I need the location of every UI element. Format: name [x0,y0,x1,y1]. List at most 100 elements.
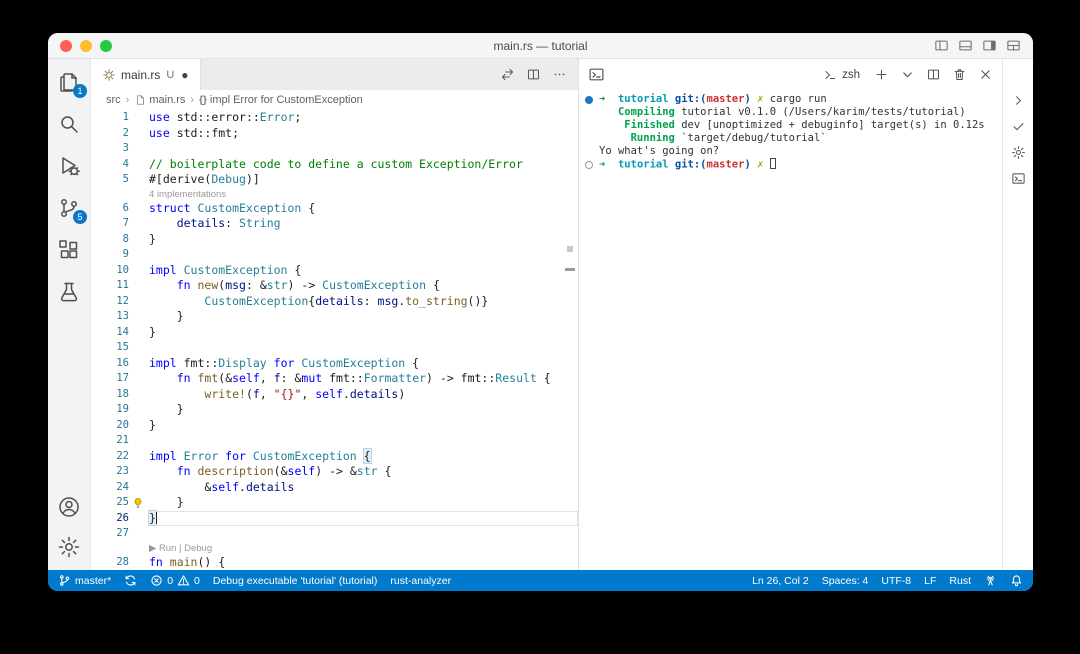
tab-main-rs[interactable]: main.rs U ● [91,59,201,90]
minimize-button[interactable] [80,39,92,52]
code-lens[interactable]: 4 implementations [91,188,578,201]
command-decoration[interactable] [585,160,593,169]
status-indentation[interactable]: Spaces: 4 [822,575,869,587]
code-line-14[interactable]: 14} [91,325,578,341]
breadcrumb-item[interactable]: {} impl Error for CustomException [199,94,363,106]
code-line-15[interactable]: 15 [91,340,578,356]
status-eol[interactable]: LF [924,575,936,587]
line-number: 28 [116,555,129,568]
activity-bar-top: 15 [56,59,87,305]
terminal-line: Running `target/debug/tutorial` [630,132,827,144]
breadcrumb: src › main.rs › {} impl Error for CustomExcep… [91,90,578,110]
code-line-4[interactable]: 4// boilerplate code to define a custom … [91,157,578,173]
terminal-line: ➜ tutorial git:(master) ✗ [579,158,1002,171]
kill-terminal-icon[interactable] [952,67,967,82]
breadcrumb-item[interactable]: main.rs [134,94,185,106]
breadcrumb-separator: › [190,94,195,106]
status-cursor-position[interactable]: Ln 26, Col 2 [752,575,809,587]
activity-explorer[interactable]: 1 [56,69,87,98]
status-notifications[interactable] [1010,574,1023,587]
activity-source-control[interactable]: 5 [56,195,87,224]
code-line-16[interactable]: 16 impl fmt::Display for CustomException … [91,356,578,372]
line-number: 13 [116,310,129,322]
activity-testing[interactable] [56,279,82,305]
activity-settings[interactable] [56,534,82,560]
terminal-output[interactable]: ➜ tutorial git:(master) ✗ cargo run Comp… [579,90,1002,570]
new-terminal-icon[interactable] [874,67,889,82]
line-number: 19 [116,403,129,415]
rust-file-icon [102,68,116,82]
code-line-22[interactable]: 22 impl Error for CustomException { [91,448,578,465]
status-language-mode[interactable]: Rust [949,575,971,587]
status-rust-analyzer[interactable]: rust-analyzer [390,575,451,587]
breadcrumb-separator: › [125,94,130,106]
code-line-8[interactable]: 8} [91,232,578,248]
dirty-indicator[interactable]: ● [181,68,188,82]
code-line-13[interactable]: 13 } [91,309,578,325]
chevron-down-icon[interactable] [900,67,915,82]
tab-label: main.rs [121,67,161,82]
terminal-panel-icon[interactable] [588,66,605,83]
check-icon[interactable] [1011,119,1026,134]
code-line-26[interactable]: 26} [91,510,578,527]
code-line-3[interactable]: 3 [91,141,578,157]
code-area[interactable]: 1 use std::error::Error; 2 use std::fmt; 3 4/… [91,110,578,570]
code-line-11[interactable]: 11 fn new(msg: &str) -> CustomException … [91,278,578,294]
code-line-10[interactable]: 10 impl CustomException { [91,263,578,279]
code-line-5[interactable]: 5 #[derive(Debug)] [91,172,578,188]
status-remote-indicator[interactable] [984,574,997,587]
code-line-25[interactable]: 25 } [91,495,578,511]
code-line-6[interactable]: 6 struct CustomException { [91,201,578,217]
error-icon [150,574,163,587]
line-number: 4 [122,157,129,170]
code-line-27[interactable]: 27 [91,526,578,542]
status-problems[interactable]: 00 [150,574,200,587]
code-line-18[interactable]: 18 write!(f, "{}", self.details) [91,387,578,403]
status-encoding[interactable]: UTF-8 [881,575,911,587]
code-line-20[interactable]: 20} [91,418,578,434]
code-line-24[interactable]: 24 &self.details [91,480,578,496]
more-actions-icon[interactable] [552,67,567,82]
code-line-23[interactable]: 23 fn description(&self) -> &str { [91,464,578,480]
breadcrumb-item[interactable]: src [106,94,121,106]
activity-search[interactable] [56,111,82,137]
code-line-2[interactable]: 2 use std::fmt; [91,126,578,142]
code-lens[interactable]: ▶ Run | Debug [91,542,578,555]
chevron-right-icon[interactable] [1011,93,1026,108]
line-number: 7 [122,217,129,229]
close-button[interactable] [60,39,72,52]
layout-customize-icon[interactable] [1006,38,1021,53]
gear-icon[interactable] [1011,145,1026,160]
terminal-box-icon[interactable] [1011,171,1026,186]
code-line-21[interactable]: 21 [91,433,578,449]
line-number: 21 [116,434,129,446]
command-decoration[interactable] [585,95,593,104]
symbol-object-icon: {} [199,94,207,106]
split-terminal-icon[interactable] [926,67,941,82]
lightbulb-icon[interactable] [132,497,144,509]
activity-accounts[interactable] [56,494,82,520]
layout-panel-icon[interactable] [958,38,973,53]
status-git-branch[interactable]: master* [58,574,111,587]
search-icon [57,112,81,136]
code-line-7[interactable]: 7 details: String [91,216,578,232]
activity-extensions[interactable] [56,237,82,263]
zoom-button[interactable] [100,39,112,52]
code-line-9[interactable]: 9 [91,247,578,263]
status-debug-target[interactable]: Debug executable 'tutorial' (tutorial) [213,575,378,587]
layout-sidebar-right-icon[interactable] [982,38,997,53]
open-changes-icon[interactable] [500,67,515,82]
code-line-19[interactable]: 19 } [91,402,578,418]
layout-sidebar-left-icon[interactable] [934,38,949,53]
status-sync[interactable] [124,574,137,587]
titlebar[interactable]: main.rs — tutorial [48,33,1033,59]
vscode-window: main.rs — tutorial 15 main.rs U ● src › … [48,33,1033,591]
activity-run-and-debug[interactable] [56,153,82,179]
terminal-tab-zsh[interactable]: zsh [823,68,860,82]
code-line-1[interactable]: 1 use std::error::Error; [91,110,578,126]
code-line-12[interactable]: 12 CustomException{details: msg.to_strin… [91,294,578,310]
code-line-17[interactable]: 17 fn fmt(&self, f: &mut fmt::Formatter)… [91,371,578,387]
code-line-28[interactable]: 28 fn main() { [91,555,578,571]
close-panel-icon[interactable] [978,67,993,82]
split-editor-icon[interactable] [526,67,541,82]
